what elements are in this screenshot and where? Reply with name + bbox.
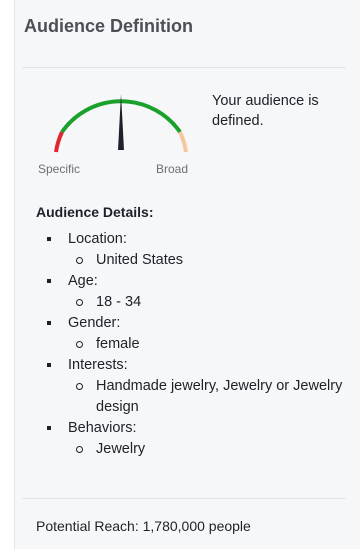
audience-details: Location: United States Age: 18 - 34 Gen…: [36, 229, 351, 460]
meter-label-specific: Specific: [38, 162, 81, 176]
detail-age: Age: 18 - 34: [36, 271, 351, 313]
detail-value: Handmade jewelry, Jewelry or Jewelry des…: [68, 376, 351, 418]
meter-arc-specific: [54, 131, 64, 153]
detail-behaviors: Behaviors: Jewelry: [36, 418, 351, 460]
detail-location: Location: United States: [36, 229, 351, 271]
detail-values: United States: [68, 250, 351, 271]
audience-details-title: Audience Details:: [36, 204, 154, 220]
detail-values: 18 - 34: [68, 292, 351, 313]
detail-label: Age:: [68, 273, 98, 289]
reach-divider: [22, 498, 346, 499]
detail-label: Interests:: [68, 357, 128, 373]
detail-label: Behaviors:: [68, 420, 137, 436]
detail-value: female: [68, 334, 351, 355]
detail-label: Location:: [68, 231, 127, 247]
detail-values: female: [68, 334, 351, 355]
detail-gender: Gender: female: [36, 313, 351, 355]
detail-interests: Interests: Handmade jewelry, Jewelry or …: [36, 355, 351, 418]
details-list: Location: United States Age: 18 - 34 Gen…: [36, 229, 351, 460]
audience-status: Your audience is defined.: [212, 93, 319, 129]
detail-values: Jewelry: [68, 439, 351, 460]
detail-value: Jewelry: [68, 439, 351, 460]
panel-title: Audience Definition: [24, 16, 194, 36]
detail-value: United States: [68, 250, 351, 271]
audience-meter: Specific Broad: [36, 86, 206, 181]
detail-value: 18 - 34: [68, 292, 351, 313]
potential-reach: Potential Reach: 1,780,000 people: [36, 518, 251, 534]
meter-label-broad: Broad: [156, 162, 189, 176]
title-divider: [22, 67, 346, 68]
meter-arc-broad: [178, 131, 188, 153]
detail-label: Gender:: [68, 315, 121, 331]
detail-values: Handmade jewelry, Jewelry or Jewelry des…: [68, 376, 351, 418]
